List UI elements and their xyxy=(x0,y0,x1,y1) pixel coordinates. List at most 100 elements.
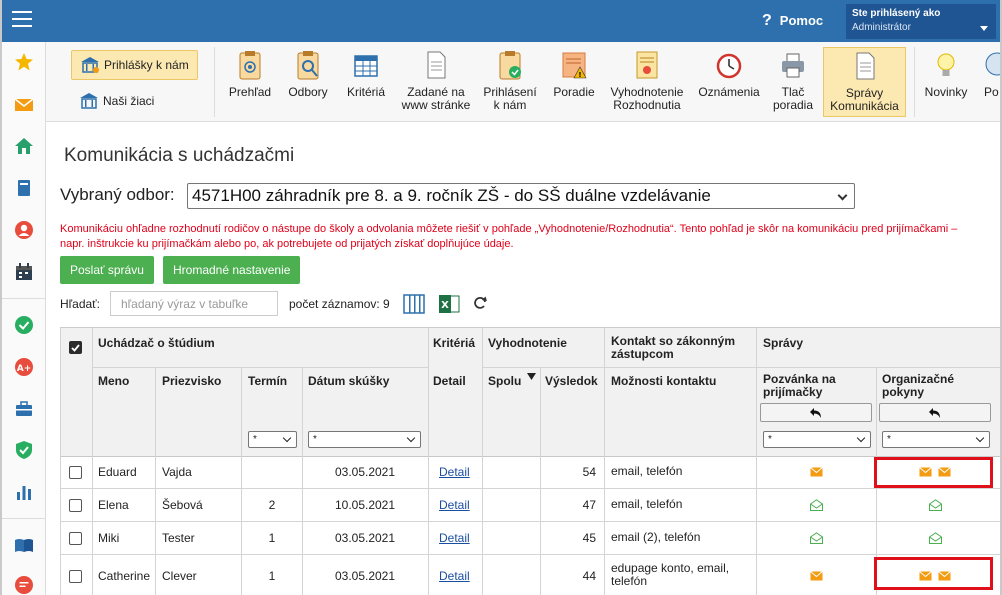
mail-open-icon[interactable] xyxy=(929,499,942,514)
filter-exam-date-select[interactable]: * xyxy=(308,431,421,448)
mail-open-icon[interactable] xyxy=(929,532,942,547)
column-header-invitation[interactable]: Pozvánka na prijímačky xyxy=(763,373,871,399)
ribbon-label: Kritériá xyxy=(346,85,385,99)
grid-line xyxy=(92,367,428,368)
briefcase-icon[interactable] xyxy=(14,399,34,419)
ribbon-evaluation-button[interactable]: Vyhodnotenie Rozhodnutia xyxy=(607,47,687,117)
column-header-result[interactable]: Výsledok xyxy=(545,374,598,388)
table-grid-icon xyxy=(354,55,378,77)
group-header-contact: Kontakt so zákonným zástupcom xyxy=(611,334,736,361)
group-header-messages: Správy xyxy=(763,336,804,350)
detail-link[interactable]: Detail xyxy=(439,531,470,545)
sort-desc-icon[interactable] xyxy=(527,372,536,381)
row-checkbox[interactable] xyxy=(69,466,82,479)
circle-icon xyxy=(985,52,1000,76)
ribbon-print-button[interactable]: Tlač poradia xyxy=(770,47,816,117)
left-sidebar: A+ xyxy=(2,42,46,595)
record-count: počet záznamov: 9 xyxy=(289,297,390,311)
open-book-icon[interactable] xyxy=(14,535,34,555)
filter-term-select[interactable]: * xyxy=(248,431,297,448)
ribbon-divider xyxy=(214,47,215,117)
detail-link[interactable]: Detail xyxy=(439,465,470,479)
detail-link[interactable]: Detail xyxy=(439,498,470,512)
ribbon-students-button[interactable]: Naši žiaci xyxy=(71,86,162,116)
group-header-criteria: Kritériá xyxy=(433,336,476,350)
ribbon-more-button[interactable]: Po xyxy=(980,47,1000,117)
column-header-total[interactable]: Spolu xyxy=(488,374,521,388)
reply-all-invitation-button[interactable] xyxy=(760,403,872,422)
mail-open-icon[interactable] xyxy=(810,499,823,514)
chat-icon[interactable] xyxy=(14,575,34,595)
reply-all-org-button[interactable] xyxy=(879,403,991,422)
cell-term: 1 xyxy=(268,531,276,545)
bar-chart-icon[interactable] xyxy=(14,482,34,502)
ribbon-registered-button[interactable]: Prihlásení k nám xyxy=(480,47,540,117)
filter-invitation-select[interactable]: * xyxy=(763,431,871,448)
search-input[interactable] xyxy=(110,291,278,316)
cell-contact-options: edupage konto, email, telefón xyxy=(611,560,730,588)
user-icon[interactable] xyxy=(14,220,34,240)
column-header-first-name[interactable]: Meno xyxy=(98,374,129,388)
send-message-button[interactable]: Poslať správu xyxy=(60,256,154,284)
table-row[interactable] xyxy=(61,457,1000,488)
ribbon-overview-button[interactable]: Prehľad xyxy=(221,47,279,117)
ribbon-fields-button[interactable]: Odbory xyxy=(283,47,333,117)
cell-contact-options: email, telefón xyxy=(611,497,683,511)
ribbon-label: Komunikácia xyxy=(830,99,899,113)
home-icon[interactable] xyxy=(14,136,34,156)
columns-icon[interactable] xyxy=(403,293,425,318)
shield-icon[interactable] xyxy=(14,440,34,460)
reply-icon xyxy=(929,407,940,418)
row-checkbox[interactable] xyxy=(69,499,82,512)
ribbon-notices-button[interactable]: Oznámenia xyxy=(693,47,765,117)
column-header-detail[interactable]: Detail xyxy=(433,374,466,388)
chevron-down-icon xyxy=(980,26,988,31)
row-checkbox[interactable] xyxy=(69,532,82,545)
highlight-box xyxy=(874,557,993,590)
user-menu[interactable]: Ste prihlásený ako Administrátor xyxy=(846,4,996,39)
ribbon-web-submitted-button[interactable]: Zadané na www stránke xyxy=(398,47,474,117)
detail-link[interactable]: Detail xyxy=(439,569,470,583)
calendar-icon[interactable] xyxy=(14,262,34,282)
star-icon[interactable] xyxy=(14,52,34,72)
ribbon-news-button[interactable]: Novinky xyxy=(922,47,970,117)
select-all-checkbox[interactable] xyxy=(69,341,82,354)
group-header-applicant: Uchádzač o štúdium xyxy=(98,336,215,350)
ribbon-label: Prehľad xyxy=(228,85,272,99)
column-header-exam-date[interactable]: Dátum skúšky xyxy=(308,374,389,388)
table-row[interactable] xyxy=(61,523,1000,554)
ribbon-ranking-button[interactable]: ! Poradie xyxy=(546,47,602,117)
column-header-last-name[interactable]: Priezvisko xyxy=(162,374,221,388)
excel-export-icon[interactable]: X xyxy=(438,293,460,318)
field-select-value: 4571H00 záhradník pre 8. a 9. ročník ZŠ … xyxy=(192,186,711,205)
table-row[interactable] xyxy=(61,556,1000,595)
refresh-icon[interactable] xyxy=(472,295,488,314)
mail-icon[interactable] xyxy=(14,95,34,115)
mail-closed-icon[interactable] xyxy=(810,570,823,584)
grid-line xyxy=(540,368,541,595)
ribbon-messages-button[interactable]: Správy Komunikácia xyxy=(823,47,906,117)
check-circle-icon[interactable] xyxy=(14,315,34,335)
mail-closed-icon[interactable] xyxy=(810,466,823,480)
grid-line xyxy=(604,328,605,595)
grid-line xyxy=(428,328,429,595)
grade-icon[interactable]: A+ xyxy=(14,357,34,377)
column-header-org-info[interactable]: Organizačné pokyny xyxy=(882,373,992,399)
filter-org-select[interactable]: * xyxy=(882,431,990,448)
field-select[interactable]: 4571H00 záhradník pre 8. a 9. ročník ZŠ … xyxy=(187,183,855,209)
menu-icon[interactable] xyxy=(12,11,32,29)
cell-first-name: Elena xyxy=(98,498,129,512)
mail-open-icon[interactable] xyxy=(810,532,823,547)
book-icon[interactable] xyxy=(14,178,34,198)
help-button[interactable]: ? Pomoc xyxy=(762,12,823,30)
ribbon-criteria-button[interactable]: Kritériá xyxy=(341,47,391,117)
bulk-settings-button[interactable]: Hromadné nastavenie xyxy=(163,256,301,284)
grid-line xyxy=(60,328,61,595)
help-label: Pomoc xyxy=(779,13,824,28)
lightbulb-icon xyxy=(937,53,955,76)
ribbon-applications-button[interactable]: Prihlášky k nám xyxy=(71,50,198,80)
grid-line xyxy=(60,456,1000,457)
column-header-term[interactable]: Termín xyxy=(248,374,287,388)
column-header-contact-options[interactable]: Možnosti kontaktu xyxy=(611,374,716,388)
row-checkbox[interactable] xyxy=(69,569,82,583)
